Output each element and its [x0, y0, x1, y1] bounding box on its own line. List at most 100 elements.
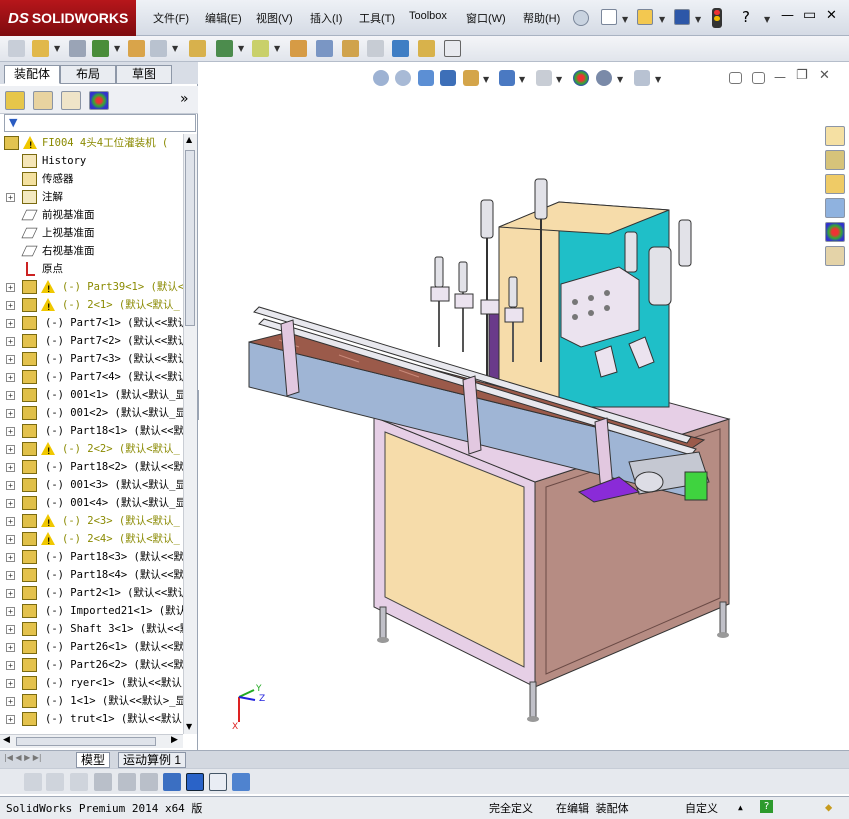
tab-motion-study-1[interactable]: 运动算例 1 — [118, 752, 187, 768]
insert-components-icon[interactable] — [32, 40, 49, 57]
show-hidden-icon[interactable] — [189, 40, 206, 57]
configuration-manager-tab-icon[interactable] — [61, 91, 81, 110]
table-icon[interactable] — [209, 773, 227, 791]
tree-item[interactable]: + (-) Part7<3> (默认<<默认 — [0, 350, 183, 368]
tree-item[interactable]: 上视基准面 — [0, 224, 183, 242]
restore-button[interactable]: ▭ — [803, 7, 816, 23]
rebuild-traffic-light-icon[interactable] — [712, 8, 722, 28]
expand-toggle-icon[interactable]: + — [6, 697, 15, 706]
mate-icon[interactable] — [69, 40, 86, 57]
tree-item[interactable]: + (-) 2<3> (默认<默认_ — [0, 512, 183, 530]
new-motion-study-icon[interactable] — [290, 40, 307, 57]
expand-toggle-icon[interactable]: + — [6, 427, 15, 436]
tree-item[interactable]: + (-) Part18<2> (默认<<默 — [0, 458, 183, 476]
units-dropdown-icon[interactable]: ▲ — [738, 803, 743, 812]
expand-toggle-icon[interactable]: + — [6, 463, 15, 472]
menu-edit[interactable]: 编辑(E) — [205, 10, 242, 26]
graphics-area[interactable]: ▼ ▼ ▼ ▼ ▼ — ❐ ✕ X Y Z — [199, 62, 849, 750]
open-dropdown-icon[interactable]: ▼ — [659, 15, 665, 24]
smart-fasteners-icon[interactable] — [128, 40, 145, 57]
pin-icon[interactable] — [573, 10, 589, 26]
bill-of-materials-icon[interactable] — [316, 40, 333, 57]
tree-item[interactable]: + (-) Part26<1> (默认<<默 — [0, 638, 183, 656]
tree-item[interactable]: + (-) Part18<3> (默认<<默 — [0, 548, 183, 566]
tree-item[interactable]: + (-) Part18<4> (默认<<默 — [0, 566, 183, 584]
tree-item[interactable]: + (-) 2<1> (默认<默认_ — [0, 296, 183, 314]
tree-scroll-thumb[interactable] — [185, 150, 195, 326]
save-icon[interactable] — [674, 9, 690, 25]
close-button[interactable]: ✕ — [826, 8, 837, 23]
tree-item[interactable]: + (-) Part2<1> (默认<<默认 — [0, 584, 183, 602]
speedpak-icon[interactable] — [444, 40, 461, 57]
features-dropdown-icon[interactable]: ▼ — [238, 44, 244, 53]
tree-item[interactable]: + (-) trut<1> (默认<<默认 — [0, 710, 183, 728]
tree-item[interactable]: + (-) Part18<1> (默认<<默 — [0, 422, 183, 440]
menu-view[interactable]: 视图(V) — [256, 10, 293, 26]
exploded-view-icon[interactable] — [342, 40, 359, 57]
help-dropdown-icon[interactable]: ▼ — [764, 15, 770, 24]
expand-toggle-icon[interactable]: + — [6, 571, 15, 580]
tree-item[interactable]: + (-) 001<3> (默认<默认_显 — [0, 476, 183, 494]
tab-scroll-arrows[interactable]: |◀ ◀ ▶ ▶| — [4, 753, 42, 762]
filter-icon[interactable]: ▼ — [9, 116, 17, 129]
expand-toggle-icon[interactable]: + — [6, 337, 15, 346]
tree-item[interactable]: + (-) Part39<1> (默认< — [0, 278, 183, 296]
expand-toggle-icon[interactable]: + — [6, 589, 15, 598]
expand-toggle-icon[interactable]: + — [6, 355, 15, 364]
tree-item[interactable]: + (-) 001<4> (默认<默认_显 — [0, 494, 183, 512]
tree-item[interactable]: + 注解 — [0, 188, 183, 206]
expand-toggle-icon[interactable]: + — [6, 391, 15, 400]
smart-dimension-icon[interactable] — [46, 773, 64, 791]
spline-icon[interactable] — [70, 773, 88, 791]
expand-toggle-icon[interactable]: + — [6, 535, 15, 544]
tree-item[interactable]: 前视基准面 — [0, 206, 183, 224]
expand-toggle-icon[interactable]: + — [6, 715, 15, 724]
expand-toggle-icon[interactable]: + — [6, 283, 15, 292]
menu-tools[interactable]: 工具(T) — [359, 10, 395, 26]
tree-item[interactable]: + (-) ryer<1> (默认<<默认 — [0, 674, 183, 692]
scroll-left-icon[interactable]: ◀ — [3, 735, 10, 745]
expand-toggle-icon[interactable]: + — [6, 373, 15, 382]
tab-sketch[interactable]: 草图 — [116, 65, 172, 84]
expand-toggle-icon[interactable]: + — [6, 445, 15, 454]
scroll-down-icon[interactable]: ▼ — [186, 722, 192, 731]
expand-toggle-icon[interactable]: + — [6, 517, 15, 526]
status-units[interactable]: 自定义 — [685, 800, 718, 816]
move-component-icon[interactable] — [150, 40, 167, 57]
expand-toggle-icon[interactable]: + — [6, 193, 15, 202]
scroll-up-icon[interactable]: ▲ — [186, 135, 192, 144]
reference-geometry-icon[interactable] — [252, 40, 269, 57]
horizontal-scroll-thumb[interactable] — [16, 737, 156, 746]
tab-layout[interactable]: 布局 — [60, 65, 116, 84]
open-folder-icon[interactable] — [637, 9, 653, 25]
tree-filter[interactable]: ▼ — [4, 114, 196, 132]
relations-icon[interactable] — [140, 773, 158, 791]
assembly-features-icon[interactable] — [216, 40, 233, 57]
expand-toggle-icon[interactable]: + — [6, 481, 15, 490]
tree-item[interactable]: 右视基准面 — [0, 242, 183, 260]
move-dropdown-icon[interactable]: ▼ — [172, 44, 178, 53]
minimize-button[interactable]: — — [781, 8, 794, 23]
scroll-right-icon[interactable]: ▶ — [171, 735, 178, 745]
tree-item[interactable]: 原点 — [0, 260, 183, 278]
tab-model[interactable]: 模型 — [76, 752, 111, 768]
tree-item[interactable]: + (-) Part7<2> (默认<<默认 — [0, 332, 183, 350]
tree-item[interactable]: + (-) 001<1> (默认<默认_显 — [0, 386, 183, 404]
tag-icon[interactable]: ◆ — [825, 800, 832, 814]
expand-toggle-icon[interactable]: + — [6, 553, 15, 562]
linear-list-icon[interactable] — [94, 773, 112, 791]
solidworks-logo[interactable]: DS SOLIDWORKS — [0, 0, 136, 36]
tree-item[interactable]: + (-) 2<4> (默认<默认_ — [0, 530, 183, 548]
expand-toggle-icon[interactable]: + — [6, 661, 15, 670]
new-dropdown-icon[interactable]: ▼ — [622, 15, 628, 24]
expand-panel-icon[interactable]: » — [180, 91, 189, 107]
menu-window[interactable]: 窗口(W) — [466, 10, 506, 26]
menu-help[interactable]: 帮助(H) — [523, 10, 560, 26]
shaded-view-icon[interactable] — [186, 773, 204, 791]
explode-line-sketch-icon[interactable] — [367, 40, 384, 57]
tree-item[interactable]: + (-) Imported21<1> (默认 — [0, 602, 183, 620]
expand-toggle-icon[interactable]: + — [6, 499, 15, 508]
tree-item[interactable]: 传感器 — [0, 170, 183, 188]
interference-detection-icon[interactable] — [392, 40, 409, 57]
tree-root-assembly[interactable]: FI004 4头4工位灌装机 ( — [0, 134, 183, 152]
